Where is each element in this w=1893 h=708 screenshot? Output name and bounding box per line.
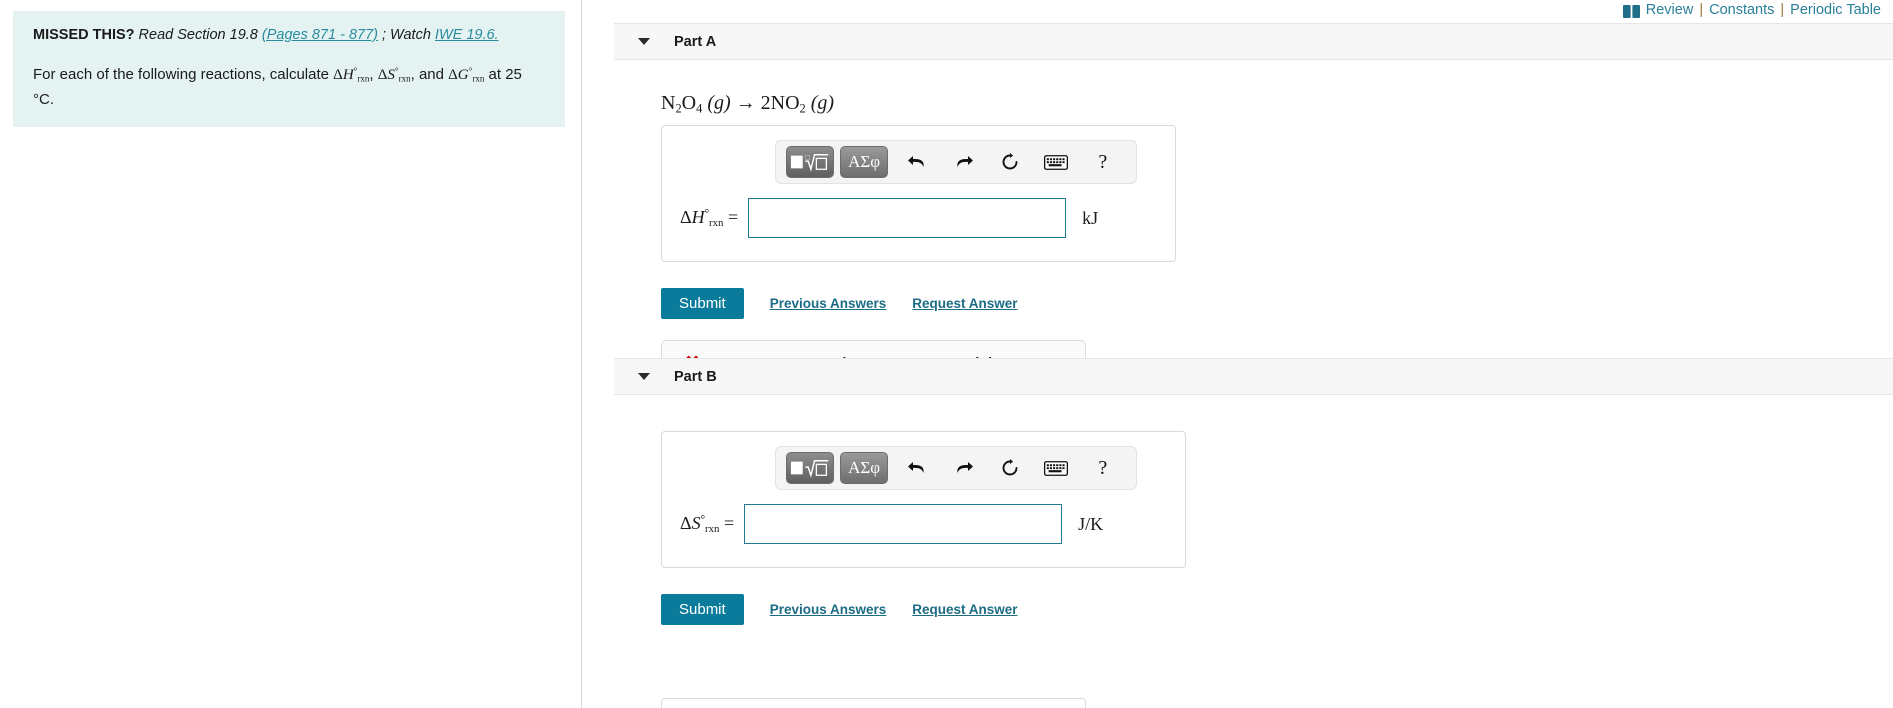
page-root: MISSED THIS? Read Section 19.8 (Pages 87… [0, 0, 1893, 708]
periodic-table-link[interactable]: Periodic Table [1790, 2, 1881, 18]
part-a-request-answer-link[interactable]: Request Answer [912, 296, 1017, 311]
part-a-label: Part A [674, 33, 717, 50]
part-a-answer-row: ΔH°rxn = kJ [680, 198, 1098, 238]
part-b-label: Part B [674, 368, 717, 385]
part-a-answer-card: □ ΑΣφ ? ΔH°rxn = kJ [661, 125, 1176, 262]
part-b-unit: J/K [1078, 513, 1104, 534]
left-problem-pane: MISSED THIS? Read Section 19.8 (Pages 87… [0, 0, 582, 708]
delta-s-symbol: ΔS°rxn [377, 66, 411, 84]
greek-symbols-button[interactable]: ΑΣφ [840, 452, 889, 484]
book-icon [1622, 4, 1640, 18]
part-b-answer-row: ΔS°rxn = J/K [680, 504, 1103, 544]
constants-link[interactable]: Constants [1709, 2, 1774, 18]
part-a-previous-answers-link[interactable]: Previous Answers [770, 296, 887, 311]
prompt-sep-2: , and [410, 65, 449, 83]
watch-text: ; Watch [377, 27, 435, 43]
svg-text:□: □ [805, 153, 810, 161]
part-b-math-toolbar: ΑΣφ ? [775, 446, 1137, 490]
right-answer-pane: Review | Constants | Periodic Table Part… [583, 0, 1893, 708]
part-b-header[interactable]: Part B [614, 358, 1893, 395]
template-button[interactable]: □ [786, 146, 835, 178]
reset-icon[interactable] [991, 145, 1029, 179]
iwe-video-link[interactable]: IWE 19.6. [435, 27, 499, 43]
template-button[interactable] [786, 452, 835, 484]
read-section-text: Read Section 19.8 [138, 27, 262, 43]
missed-this-hint-box: MISSED THIS? Read Section 19.8 (Pages 87… [13, 11, 565, 128]
part-b-submit-row: Submit Previous Answers Request Answer [661, 594, 1018, 625]
prompt-sep-1: , [369, 65, 378, 83]
delta-h-symbol: ΔH°rxn [333, 66, 370, 84]
part-a-submit-row: Submit Previous Answers Request Answer [661, 288, 1018, 319]
help-icon[interactable]: ? [1084, 451, 1122, 485]
chevron-down-icon[interactable] [638, 373, 650, 380]
missed-this-line: MISSED THIS? Read Section 19.8 (Pages 87… [33, 25, 545, 45]
part-a-unit: kJ [1082, 207, 1099, 228]
keyboard-icon[interactable] [1037, 145, 1075, 179]
delta-g-symbol: ΔG°rxn [448, 66, 485, 84]
part-b-answer-label: ΔS°rxn = [680, 512, 735, 535]
part-b-submit-button[interactable]: Submit [661, 594, 744, 625]
part-a-equation: N2O4 (g) → 2NO2 (g) [661, 92, 835, 116]
part-a-submit-button[interactable]: Submit [661, 288, 744, 319]
missed-this-label: MISSED THIS? [33, 27, 135, 43]
chevron-down-icon[interactable] [638, 38, 650, 45]
part-a-header[interactable]: Part A [614, 23, 1893, 60]
problem-prompt: For each of the following reactions, cal… [33, 61, 545, 111]
part-b-answer-input[interactable] [744, 504, 1063, 544]
part-a-math-toolbar: □ ΑΣφ ? [775, 140, 1137, 184]
part-b-previous-answers-link[interactable]: Previous Answers [770, 602, 887, 617]
link-separator-1: | [1699, 2, 1704, 18]
part-b-feedback-box-partial [661, 698, 1086, 708]
undo-icon[interactable] [898, 451, 936, 485]
redo-icon[interactable] [944, 145, 982, 179]
redo-icon[interactable] [944, 451, 982, 485]
undo-icon[interactable] [898, 145, 936, 179]
review-link[interactable]: Review [1646, 2, 1694, 18]
part-a-answer-label: ΔH°rxn = [680, 206, 739, 229]
keyboard-icon[interactable] [1037, 451, 1075, 485]
part-b-answer-card: ΑΣφ ? ΔS°rxn = J/K [661, 431, 1186, 568]
reset-icon[interactable] [991, 451, 1029, 485]
part-a-answer-input[interactable] [748, 198, 1067, 238]
top-resource-links: Review | Constants | Periodic Table [1622, 2, 1881, 18]
greek-symbols-button[interactable]: ΑΣφ [840, 146, 889, 178]
link-separator-2: | [1780, 2, 1785, 18]
prompt-prefix: For each of the following reactions, cal… [33, 65, 334, 83]
part-b-request-answer-link[interactable]: Request Answer [912, 602, 1017, 617]
pages-link[interactable]: (Pages 871 - 877) [262, 27, 378, 43]
help-icon[interactable]: ? [1084, 145, 1122, 179]
